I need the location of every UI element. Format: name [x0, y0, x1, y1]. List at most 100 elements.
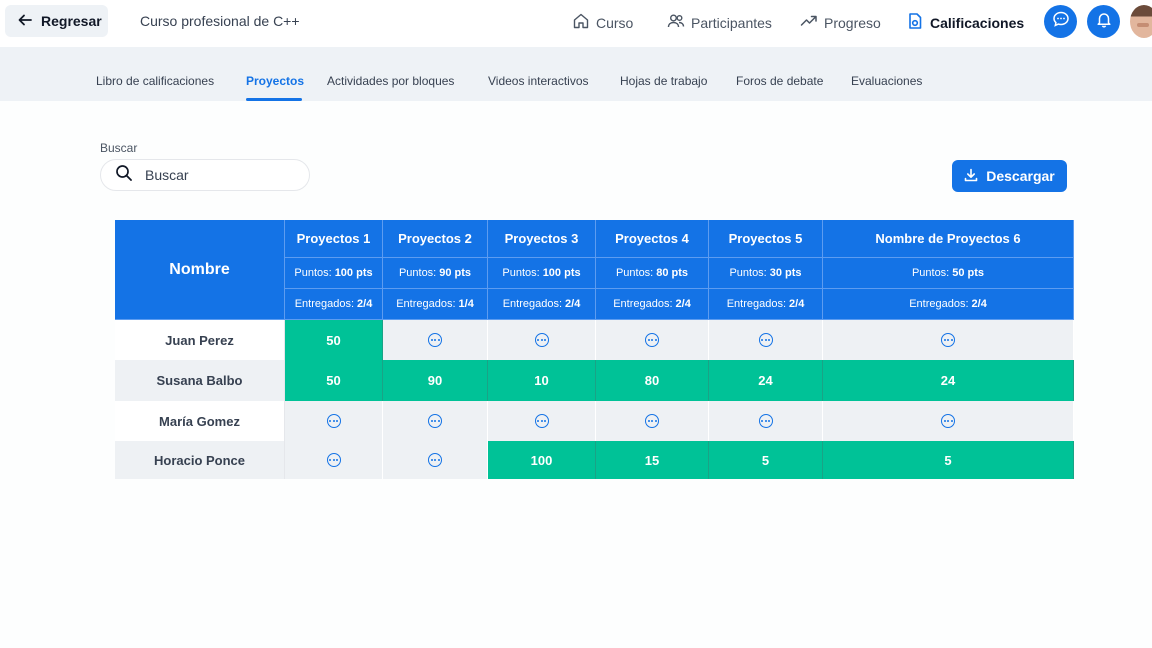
student-name-cell: Juan Perez [115, 320, 285, 360]
delivered-cell: Entregados: 1/4 [383, 289, 488, 320]
project-title: Nombre de Proyectos 6 [875, 231, 1021, 246]
score-cell[interactable]: 100 [488, 441, 596, 479]
delivered-value: 2/4 [565, 298, 581, 310]
pending-cell[interactable] [383, 401, 488, 441]
column-header[interactable]: Nombre de Proyectos 6 [823, 220, 1074, 258]
pending-cell[interactable] [596, 401, 709, 441]
tab-libro-de-calificaciones[interactable]: Libro de calificaciones [96, 74, 214, 88]
messages-button[interactable] [1044, 5, 1077, 38]
nav-calificaciones-label: Calificaciones [930, 14, 1025, 31]
score-value: 5 [761, 452, 770, 468]
pending-cell[interactable] [709, 320, 823, 360]
nav-participantes[interactable]: Participantes [667, 12, 772, 33]
search-label: Buscar [100, 141, 138, 155]
pending-cell[interactable] [383, 320, 488, 360]
nav-curso[interactable]: Curso [572, 12, 633, 33]
more-options-icon[interactable] [534, 333, 549, 347]
score-cell[interactable]: 80 [596, 360, 709, 401]
nav-curso-label: Curso [596, 14, 634, 31]
score-value: 80 [644, 373, 660, 388]
pending-cell[interactable] [823, 320, 1074, 360]
points-cell: Puntos: 30 pts [709, 258, 823, 289]
download-button[interactable]: Descargar [952, 160, 1067, 192]
tab-videos-interactivos[interactable]: Videos interactivos [488, 74, 589, 88]
student-name-cell: Susana Balbo [115, 360, 285, 401]
nav-calificaciones[interactable]: Calificaciones [906, 12, 1024, 33]
pending-cell[interactable] [285, 441, 383, 479]
course-title: Curso profesional de C++ [140, 13, 300, 29]
score-cell[interactable]: 5 [823, 441, 1074, 479]
tab-proyectos[interactable]: Proyectos [246, 74, 304, 88]
column-header[interactable]: Proyectos 5 [709, 220, 823, 258]
delivered-cell: Entregados: 2/4 [285, 289, 383, 320]
score-value: 24 [940, 373, 956, 388]
score-value: 90 [427, 373, 443, 388]
score-cell[interactable]: 15 [596, 441, 709, 479]
points-value: 100 pts [334, 267, 373, 279]
points-cell: Puntos: 50 pts [823, 258, 1074, 289]
search-field[interactable] [100, 159, 310, 191]
points-value: 90 pts [439, 267, 472, 279]
pending-cell[interactable] [823, 401, 1074, 441]
delivered-label: Entregados: [726, 298, 787, 310]
score-value: 15 [644, 452, 660, 468]
score-cell[interactable]: 5 [709, 441, 823, 479]
score-value: 50 [326, 373, 341, 388]
tab-evaluaciones[interactable]: Evaluaciones [851, 74, 922, 88]
score-cell[interactable]: 10 [488, 360, 596, 401]
column-header[interactable]: Proyectos 1 [285, 220, 383, 258]
trend-icon [800, 12, 818, 33]
name-column-header: Nombre [115, 220, 285, 320]
more-options-icon[interactable] [645, 414, 659, 428]
more-options-icon[interactable] [428, 414, 442, 428]
more-options-icon[interactable] [758, 333, 773, 347]
search-input[interactable] [143, 166, 297, 184]
download-icon [964, 168, 978, 185]
project-title: Proyectos 4 [615, 231, 689, 246]
points-label: Puntos: [502, 267, 540, 279]
column-header[interactable]: Proyectos 2 [383, 220, 488, 258]
column-header[interactable]: Proyectos 4 [596, 220, 709, 258]
more-options-icon[interactable] [645, 333, 659, 347]
tab-foros-de-debate[interactable]: Foros de debate [736, 74, 823, 88]
more-options-icon[interactable] [758, 414, 773, 428]
score-cell[interactable]: 24 [709, 360, 823, 401]
pending-cell[interactable] [285, 401, 383, 441]
download-label: Descargar [986, 168, 1055, 184]
more-options-icon[interactable] [941, 333, 955, 347]
delivered-label: Entregados: [396, 298, 456, 310]
nav-progreso[interactable]: Progreso [800, 12, 881, 33]
tab-actividades-por-bloques[interactable]: Actividades por bloques [327, 74, 454, 88]
back-label: Regresar [41, 13, 102, 29]
pending-cell[interactable] [488, 320, 596, 360]
student-name: Horacio Ponce [153, 452, 246, 468]
more-options-icon[interactable] [534, 414, 549, 428]
back-button[interactable]: Regresar [5, 5, 108, 37]
points-cell: Puntos: 100 pts [488, 258, 596, 289]
score-cell[interactable]: 24 [823, 360, 1074, 401]
pending-cell[interactable] [596, 320, 709, 360]
pending-cell[interactable] [383, 441, 488, 479]
points-cell: Puntos: 80 pts [596, 258, 709, 289]
column-header[interactable]: Proyectos 3 [488, 220, 596, 258]
grades-icon [906, 12, 924, 33]
notifications-button[interactable] [1087, 5, 1120, 38]
delivered-cell: Entregados: 2/4 [596, 289, 709, 320]
more-options-icon[interactable] [428, 333, 442, 347]
pending-cell[interactable] [488, 401, 596, 441]
score-value: 5 [944, 452, 952, 468]
score-cell[interactable]: 50 [285, 360, 383, 401]
score-cell[interactable]: 50 [285, 320, 383, 360]
delivered-value: 2/4 [971, 298, 987, 310]
more-options-icon[interactable] [428, 453, 442, 467]
more-options-icon[interactable] [326, 414, 341, 428]
avatar[interactable] [1130, 5, 1152, 38]
points-label: Puntos: [615, 267, 654, 279]
pending-cell[interactable] [709, 401, 823, 441]
tab-hojas-de-trabajo[interactable]: Hojas de trabajo [620, 74, 707, 88]
score-cell[interactable]: 90 [383, 360, 488, 401]
score-value: 10 [534, 373, 549, 388]
nav-progreso-label: Progreso [824, 14, 881, 31]
more-options-icon[interactable] [326, 453, 341, 467]
more-options-icon[interactable] [941, 414, 955, 428]
